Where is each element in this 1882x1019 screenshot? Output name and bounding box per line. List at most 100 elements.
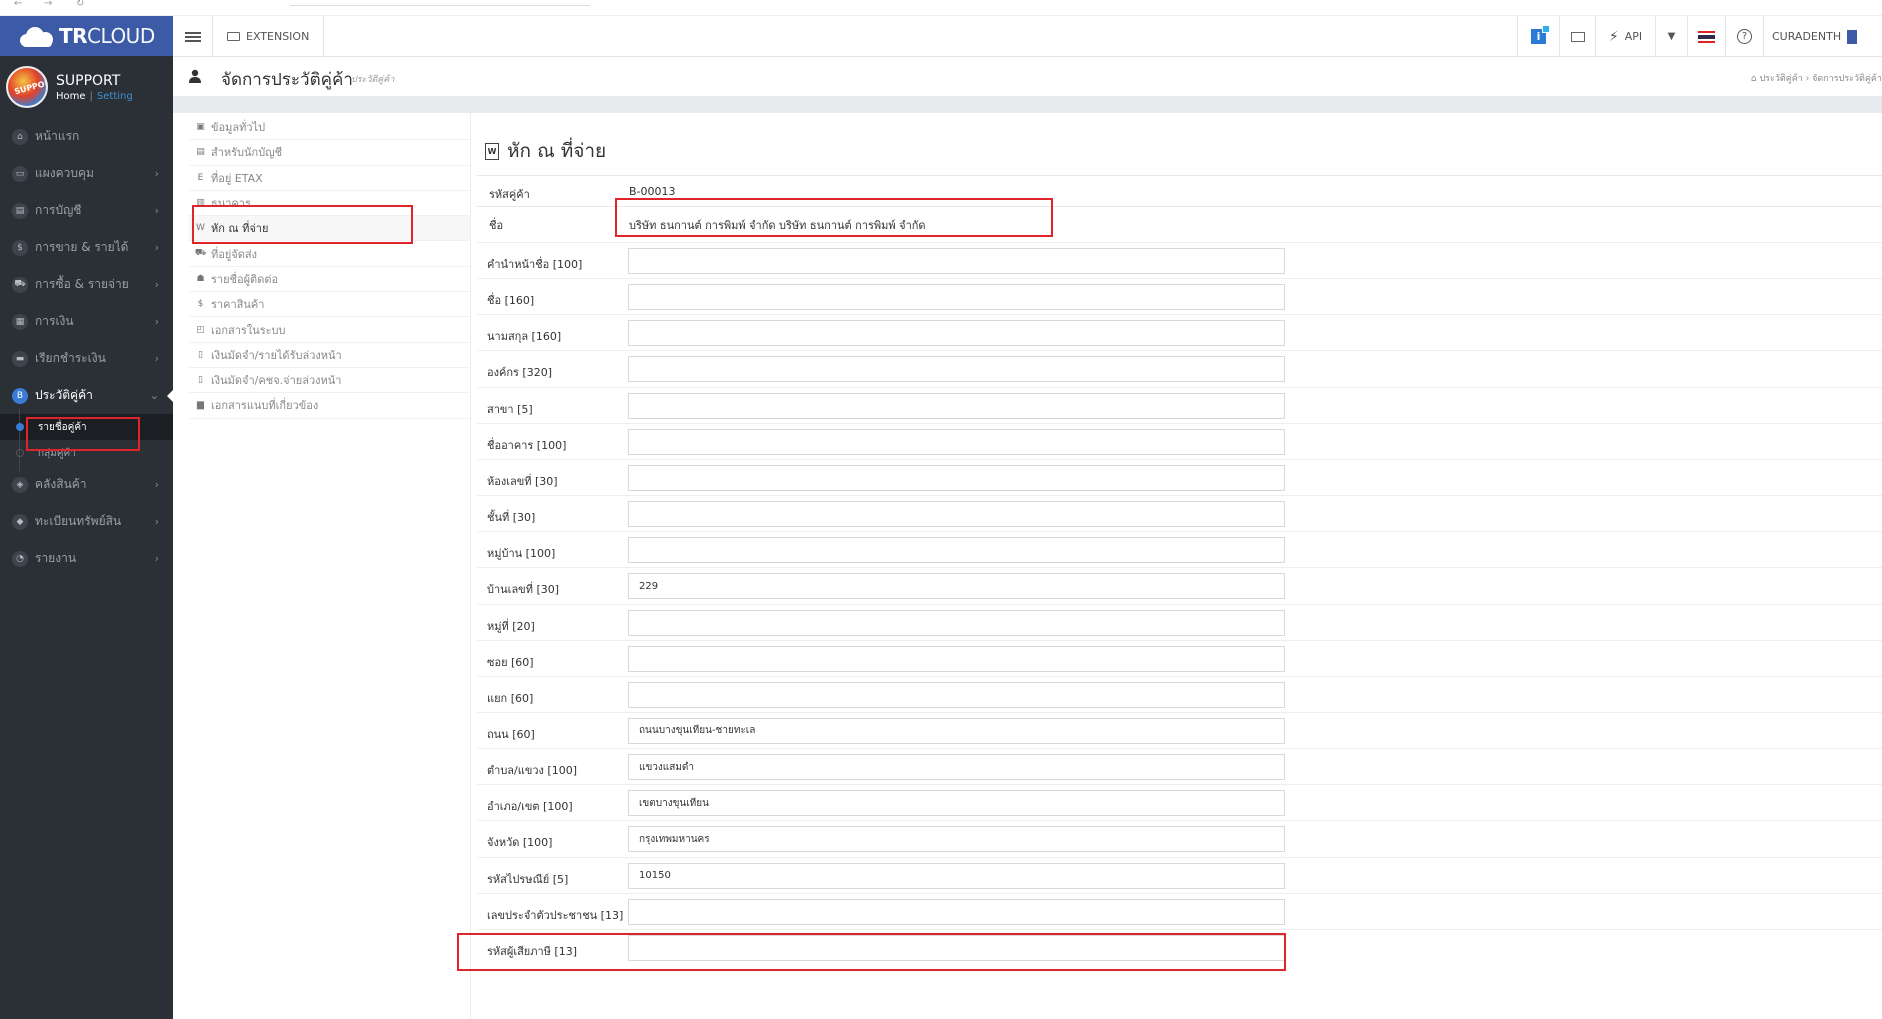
monitor-icon: ▭ [12,165,28,182]
partner-name-label: ชื่อ [489,219,504,232]
page-divider [173,97,1882,113]
submenu-item-4[interactable]: W หัก ณ ที่จ่าย [189,216,470,242]
top-bar: EXTENSION i ⚡ API ▼ ? CURADENTH [173,16,1882,57]
partner-code-label: รหัสคู่ค้า [489,188,530,201]
field-input-3[interactable] [628,356,1285,383]
submenu-item-11[interactable]: ▆ เอกสารแนบที่เกี่ยวข้อง [189,393,470,419]
sidebar-item-label: ประวัติคู่ค้า [35,388,93,402]
extension-button[interactable]: EXTENSION [213,16,325,57]
sidebar-item-7[interactable]: B ประวัติคู่ค้า ⌄ [0,377,174,414]
api-button[interactable]: ⚡ API [1595,16,1655,57]
sidebar-item-3[interactable]: $ การขาย & รายได้ › [0,229,173,266]
page-header: จัดการประวัติคู่ค้า ประวัติคู่ค้า ⌂ ประว… [173,57,1882,97]
field-input-14[interactable] [628,754,1285,781]
setting-link[interactable]: Setting [97,91,133,102]
field-input-15[interactable] [628,790,1285,817]
form-row: แยก [60] [477,675,1882,712]
field-input-17[interactable] [628,862,1285,889]
sidebar-item-10[interactable]: ◔ รายงาน › [0,540,173,577]
submenu-item-8[interactable]: ◰ เอกสารในระบบ [189,317,470,343]
field-label: แยก [60] [487,691,534,705]
sidebar-item-0[interactable]: ⌂ หน้าแรก [0,118,173,155]
browser-address-bar[interactable] [290,0,590,6]
dropdown-toggle[interactable]: ▼ [1655,16,1687,57]
browser-back-icon[interactable]: ← [14,0,22,9]
sidebar-item-9[interactable]: ◆ ทะเบียนทรัพย์สิน › [0,503,173,540]
chevron-right-icon: › [154,552,159,565]
chart-icon: ◔ [12,550,28,567]
hamburger-menu-icon[interactable] [173,16,213,57]
submenu-item-2[interactable]: E ที่อยู่ ETAX [189,166,470,191]
field-input-2[interactable] [628,320,1285,347]
field-input-16[interactable] [628,826,1285,853]
submenu-icon: ▥ [196,198,205,209]
field-input-18[interactable] [628,898,1285,925]
field-input-11[interactable] [628,645,1285,672]
submenu-item-9[interactable]: ▯ เงินมัดจำ/รายได้รับล่วงหน้า [189,343,470,368]
help-button[interactable]: ? [1725,16,1763,57]
submenu-item-6[interactable]: ☗ รายชื่อผู้ติดต่อ [189,267,470,293]
form-row: ชื่อ [160] [477,278,1882,314]
field-label: ถนน [60] [487,727,535,741]
field-input-12[interactable] [628,681,1285,708]
sidebar-item-label: ทะเบียนทรัพย์สิน [35,514,122,528]
browser-forward-icon[interactable]: → [44,0,52,9]
submenu-icon: $ [197,299,204,310]
form-row: สาขา [5] [477,386,1882,423]
sidebar-item-label: เรียกชำระเงิน [35,351,106,365]
sidebar-subitem-1[interactable]: กลุ่มคู่ค้า [0,434,173,472]
cart-icon: ⛟ [12,276,28,293]
submenu-item-0[interactable]: ▣ ข้อมูลทั่วไป [189,115,470,141]
field-input-13[interactable] [628,717,1285,744]
sidebar-item-5[interactable]: ▦ การเงิน › [0,303,173,340]
submenu-item-label: ข้อมูลทั่วไป [211,121,266,135]
sidebar-item-4[interactable]: ⛟ การซื้อ & รายจ่าย › [0,266,173,303]
page-subtitle: ประวัติคู่ค้า [351,75,395,85]
submenu-item-10[interactable]: ▯ เงินมัดจำ/คชจ.จ่ายล่วงหน้า [189,368,470,394]
sidebar-subitem-0[interactable]: รายชื่อคู่ค้า [0,408,173,446]
sidebar-nav: ⌂ หน้าแรก ▭ แผงควบคุม › ▤ การบัญชี › $ การขาย & ร… [0,118,174,577]
field-input-4[interactable] [628,392,1285,419]
form-row: เลขประจำตัวประชาชน [13] [477,892,1882,929]
browser-reload-icon[interactable]: ↻ [76,0,84,9]
field-input-1[interactable] [628,284,1285,311]
field-input-19[interactable] [628,934,1285,961]
field-input-5[interactable] [628,428,1285,455]
sidebar-item-1[interactable]: ▭ แผงควบคุม › [0,155,173,192]
submenu-item-label: สำหรับนักบัญชี [211,146,283,160]
submenu-item-3[interactable]: ▥ ธนาคาร [189,191,470,217]
brand-logo[interactable]: TRCLOUD [0,16,173,56]
submenu-item-7[interactable]: $ ราคาสินค้า [189,292,470,318]
language-selector[interactable] [1687,16,1725,57]
mail-button[interactable] [1559,16,1595,57]
user-menu[interactable]: CURADENTH [1763,16,1882,57]
home-link[interactable]: Home [56,91,86,102]
form-row: คำนำหน้าชื่อ [100] [477,242,1882,278]
form-row: อำเภอ/เขต [100] [477,784,1882,820]
question-icon: ? [1737,29,1752,44]
sidebar-item-8[interactable]: ◈ คลังสินค้า › [0,466,173,503]
info-button[interactable]: i [1517,16,1559,57]
form-row: หมู่บ้าน [100] [477,531,1882,567]
field-input-6[interactable] [628,464,1285,491]
field-input-0[interactable] [628,248,1285,274]
avatar[interactable]: SUPPORT [6,66,48,108]
breadcrumb[interactable]: ⌂ ประวัติคู่ค้า › จัดการประวัติคู่ค้า [1751,71,1882,85]
partner-name-value: บริษัท ธนกานต์ การพิมพ์ จำกัด บริษัท ธนก… [629,219,926,232]
submenu-item-label: เงินมัดจำ/รายได้รับล่วงหน้า [211,348,342,362]
sidebar-item-2[interactable]: ▤ การบัญชี › [0,192,173,229]
submenu-icon: E [197,172,204,183]
sidebar-item-6[interactable]: ▬ เรียกชำระเงิน › [0,340,173,377]
submenu-item-5[interactable]: ⛟ ที่อยู่จัดส่ง [189,241,470,267]
field-input-9[interactable] [628,573,1285,600]
form-row: รหัสผู้เสียภาษี [13] [477,928,1882,965]
field-input-8[interactable] [628,537,1285,564]
partner-sub-menu: ▣ ข้อมูลทั่วไป ▤ สำหรับนักบัญชี E ที่อยู่ ETA… [189,113,471,1019]
field-input-7[interactable] [628,501,1285,528]
sidebar-subitem-label: กลุ่มคู่ค้า [38,447,76,459]
field-input-10[interactable] [628,609,1285,636]
field-label: ตำบล/แขวง [100] [487,764,577,778]
submenu-item-1[interactable]: ▤ สำหรับนักบัญชี [189,140,470,166]
submenu-item-label: เงินมัดจำ/คชจ.จ่ายล่วงหน้า [211,374,342,388]
form-row: จังหวัด [100] [477,820,1882,856]
